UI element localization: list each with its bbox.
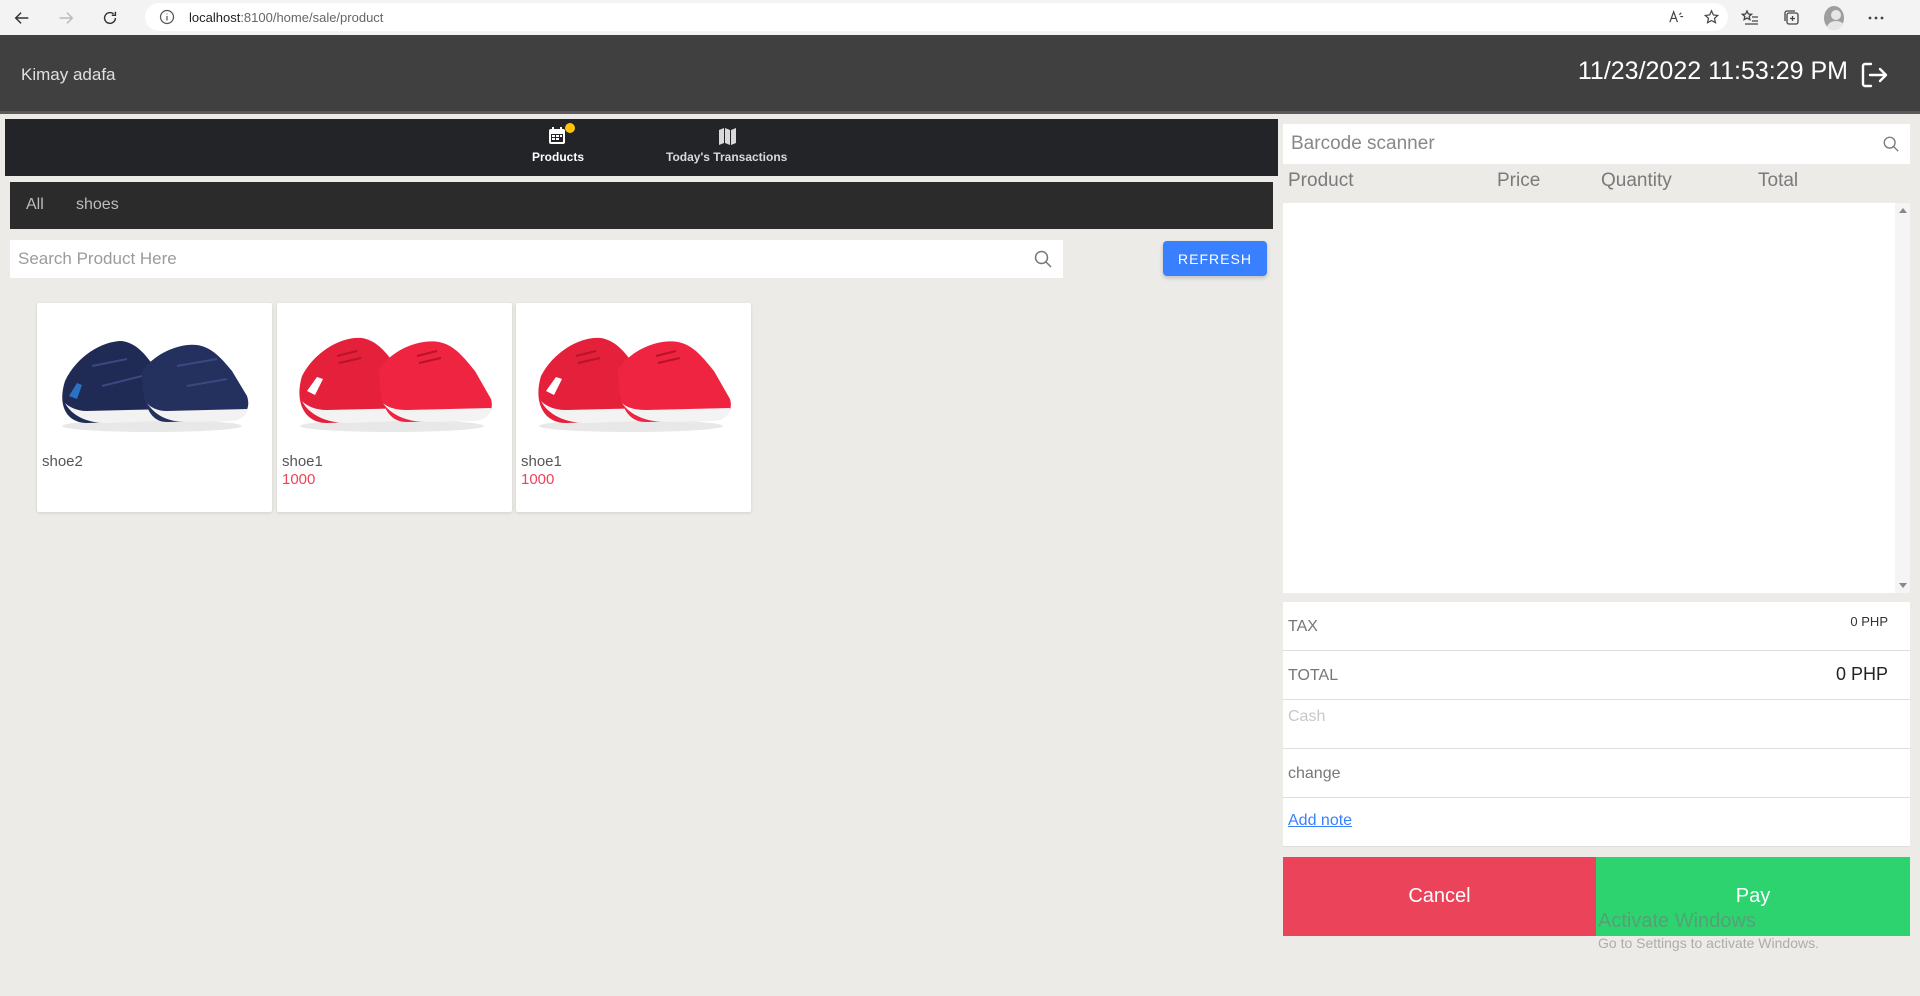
tab-label: Today's Transactions xyxy=(666,150,788,164)
cash-row xyxy=(1283,700,1910,749)
order-summary: TAX 0 PHP TOTAL 0 PHP change Add note xyxy=(1283,602,1910,847)
product-name: shoe1 xyxy=(282,453,323,470)
barcode-input[interactable] xyxy=(1283,124,1863,164)
tab-products[interactable]: Products xyxy=(532,123,585,164)
total-value: 0 PHP xyxy=(1835,664,1888,684)
page: localhost:8100/home/sale/product Kimay a… xyxy=(0,0,1920,996)
logout-icon[interactable] xyxy=(1858,59,1890,91)
cancel-button[interactable]: Cancel xyxy=(1283,857,1596,936)
url-text[interactable]: localhost:8100/home/sale/product xyxy=(189,10,383,25)
collections-icon[interactable] xyxy=(1782,8,1802,28)
back-icon[interactable] xyxy=(0,0,44,35)
search-icon[interactable] xyxy=(1882,135,1900,153)
product-name: shoe2 xyxy=(42,453,83,470)
datetime: 11/23/2022 11:53:29 PM xyxy=(1577,57,1848,85)
tax-label: TAX xyxy=(1288,618,1318,635)
url-path: :8100/home/sale/product xyxy=(240,9,384,25)
product-image xyxy=(538,337,731,432)
cart-table-header: Product Price Quantity Total xyxy=(1283,170,1910,192)
scroll-up-icon[interactable] xyxy=(1899,208,1907,213)
user-name: Kimay adafa xyxy=(21,65,116,84)
tax-value: 0 PHP xyxy=(1850,614,1888,629)
url-host: localhost xyxy=(189,9,241,25)
column-header-product: Product xyxy=(1288,170,1354,191)
calendar-icon xyxy=(547,123,575,146)
product-card[interactable]: shoe1 1000 xyxy=(516,303,751,512)
note-row: Add note xyxy=(1283,798,1910,847)
search-icon[interactable] xyxy=(1033,249,1053,269)
product-card[interactable]: shoe1 1000 xyxy=(277,303,512,512)
favorites-icon[interactable] xyxy=(1740,8,1760,28)
product-card[interactable]: shoe2 xyxy=(37,303,272,512)
product-name: shoe1 xyxy=(521,453,562,470)
info-icon[interactable] xyxy=(159,9,175,25)
map-icon xyxy=(716,126,738,146)
browser-toolbar: localhost:8100/home/sale/product xyxy=(0,0,1920,35)
category-all[interactable]: All xyxy=(26,196,44,214)
windows-activation-watermark: Activate Windows Go to Settings to activ… xyxy=(1598,910,1819,951)
add-note-link[interactable]: Add note xyxy=(1288,812,1352,830)
watermark-title: Activate Windows xyxy=(1598,910,1756,932)
category-bar: All shoes xyxy=(10,182,1273,229)
watermark-subtitle: Go to Settings to activate Windows. xyxy=(1598,935,1819,951)
category-shoes[interactable]: shoes xyxy=(76,196,119,214)
barcode-box xyxy=(1283,124,1910,164)
tab-label: Products xyxy=(532,150,585,164)
more-icon[interactable] xyxy=(1866,8,1886,28)
cart-items-list xyxy=(1283,203,1895,593)
column-header-quantity: Quantity xyxy=(1601,170,1672,191)
cart-scrollbar[interactable] xyxy=(1895,203,1910,593)
scroll-down-icon[interactable] xyxy=(1899,583,1907,588)
change-row: change xyxy=(1283,749,1910,798)
column-header-price: Price xyxy=(1497,170,1541,191)
total-label: TOTAL xyxy=(1288,667,1339,684)
total-row: TOTAL 0 PHP xyxy=(1283,651,1910,700)
refresh-button[interactable]: REFRESH xyxy=(1163,241,1267,276)
column-header-total: Total xyxy=(1758,170,1799,191)
product-image xyxy=(299,337,492,432)
product-image xyxy=(62,341,249,432)
product-price: 1000 xyxy=(282,471,316,488)
tab-todays-transactions[interactable]: Today's Transactions xyxy=(666,126,787,164)
change-label: change xyxy=(1288,765,1341,782)
favorite-add-icon[interactable] xyxy=(1703,8,1720,26)
cart-panel: Product Price Quantity Total TAX 0 PHP T… xyxy=(1283,119,1910,939)
profile-icon[interactable] xyxy=(1824,5,1844,30)
address-bar[interactable]: localhost:8100/home/sale/product xyxy=(145,3,1728,31)
cash-input[interactable] xyxy=(1283,700,1910,748)
app-header: Kimay adafa 11/23/2022 11:53:29 PM xyxy=(0,35,1920,114)
notification-badge xyxy=(565,123,575,133)
reload-icon[interactable] xyxy=(88,0,132,35)
read-aloud-icon[interactable] xyxy=(1668,9,1685,26)
search-input[interactable] xyxy=(10,240,1020,278)
forward-icon[interactable] xyxy=(44,0,88,35)
product-price: 1000 xyxy=(521,471,555,488)
search-box xyxy=(10,240,1063,278)
tax-row: TAX 0 PHP xyxy=(1283,602,1910,651)
tab-bar: Products Today's Transactions xyxy=(5,119,1278,176)
